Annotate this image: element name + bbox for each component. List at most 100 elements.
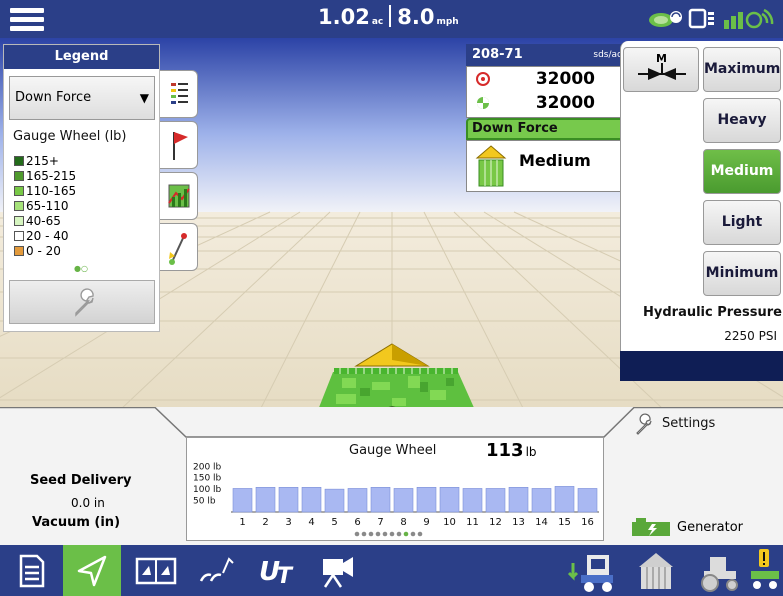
legend-layer-dropdown[interactable]: Down Force ▼ bbox=[9, 76, 155, 120]
status-icons[interactable] bbox=[646, 6, 780, 32]
guidance-icon bbox=[77, 555, 107, 587]
alarm-button[interactable] bbox=[745, 545, 783, 596]
gauge-bar-row-15[interactable] bbox=[554, 486, 575, 513]
map-layers-tab[interactable] bbox=[160, 172, 198, 220]
speed-value: 8.0 bbox=[397, 5, 435, 29]
gauge-bar-row-9[interactable] bbox=[416, 487, 437, 513]
chart-page-dot[interactable] bbox=[368, 531, 374, 537]
legend-swatch bbox=[14, 216, 24, 226]
legend-panel: Legend Down Force ▼ Gauge Wheel (lb) 215… bbox=[3, 44, 160, 332]
legend-tab[interactable] bbox=[160, 70, 198, 118]
chart-page-dot[interactable] bbox=[389, 531, 395, 537]
level-minimum-button[interactable]: Minimum bbox=[703, 251, 781, 296]
gauge-bar-row-13[interactable] bbox=[508, 487, 529, 513]
tractor-icon bbox=[701, 557, 738, 592]
gauge-bar-row-14[interactable] bbox=[531, 488, 552, 513]
chart-page-dot[interactable] bbox=[382, 531, 388, 537]
manual-mode-button[interactable]: M bbox=[623, 47, 699, 92]
gauge-bar-row-10[interactable] bbox=[439, 487, 460, 513]
level-maximum-button[interactable]: Maximum bbox=[703, 47, 781, 92]
x-tick-label: 6 bbox=[354, 517, 360, 528]
tractor-button[interactable] bbox=[690, 545, 748, 596]
legend-list-icon bbox=[171, 83, 188, 104]
legend-settings-button[interactable] bbox=[9, 280, 155, 324]
chart-page-dot[interactable] bbox=[361, 531, 367, 537]
x-tick-label: 11 bbox=[466, 517, 479, 528]
legend-swatch bbox=[14, 246, 24, 256]
planting-button[interactable] bbox=[189, 545, 247, 596]
chart-page-dot[interactable] bbox=[375, 531, 381, 537]
menu-icon[interactable] bbox=[10, 5, 44, 33]
manual-mode-label: M bbox=[656, 52, 667, 65]
guidance-line-tab[interactable] bbox=[160, 223, 198, 271]
x-tick-label: 13 bbox=[512, 517, 525, 528]
legend-item-label: 20 - 40 bbox=[26, 229, 69, 243]
speed-unit: mph bbox=[436, 17, 459, 27]
chart-page-dot[interactable] bbox=[410, 531, 416, 537]
wrench-icon bbox=[75, 288, 94, 317]
gauge-bar-row-1[interactable] bbox=[232, 488, 253, 513]
chart-page-dot[interactable] bbox=[396, 531, 402, 537]
guidance-button[interactable] bbox=[63, 545, 121, 596]
chart-title: Gauge Wheel bbox=[349, 443, 437, 458]
down-force-value: Medium bbox=[519, 151, 591, 170]
legend-item-label: 215+ bbox=[26, 154, 59, 168]
wrench-icon bbox=[636, 413, 652, 435]
x-tick-label: 3 bbox=[285, 517, 291, 528]
seed-rate-panel[interactable]: 208-71 sds/ac 32000 32000 Down Force Med… bbox=[466, 44, 626, 194]
bin-button[interactable] bbox=[627, 545, 685, 596]
gauge-bar-row-16[interactable] bbox=[577, 488, 598, 513]
area-value: 1.02 bbox=[318, 5, 370, 29]
gauge-bar-row-4[interactable] bbox=[301, 487, 322, 513]
chart-page-dot[interactable] bbox=[354, 531, 360, 537]
level-light-button[interactable]: Light bbox=[703, 200, 781, 245]
legend-item-label: 110-165 bbox=[26, 184, 77, 198]
split-screen-button[interactable] bbox=[127, 545, 185, 596]
x-tick-label: 12 bbox=[489, 517, 502, 528]
x-tick-label: 4 bbox=[308, 517, 314, 528]
planting-icon bbox=[199, 557, 234, 582]
down-force-icon bbox=[475, 145, 507, 187]
svg-text:T: T bbox=[277, 564, 294, 589]
legend-item: 110-165 bbox=[14, 184, 76, 199]
universal-terminal-button[interactable]: U T bbox=[249, 545, 307, 596]
ut-icon: U T bbox=[259, 557, 294, 589]
legend-swatch bbox=[14, 231, 24, 241]
settings-button[interactable]: Settings bbox=[632, 412, 752, 438]
split-screen-icon bbox=[135, 557, 177, 585]
gauge-bar-row-12[interactable] bbox=[485, 488, 506, 513]
summary-button[interactable] bbox=[3, 545, 61, 596]
legend-page-dots[interactable]: ●○ bbox=[74, 264, 88, 273]
chart-page-dot[interactable] bbox=[417, 531, 423, 537]
x-tick-label: 8 bbox=[400, 517, 406, 528]
gauge-bar-row-5[interactable] bbox=[324, 488, 345, 513]
legend-item: 0 - 20 bbox=[14, 244, 76, 259]
planter-icon bbox=[567, 555, 613, 592]
display-icon bbox=[688, 8, 714, 29]
gauge-wheel-chart[interactable]: 200 lb 150 lb 100 lb 50 lb 1 2 3 4 5 6 7 8 9 10 11 12 13… bbox=[186, 437, 604, 541]
summary-icon bbox=[19, 554, 45, 588]
level-heavy-button[interactable]: Heavy bbox=[703, 98, 781, 143]
generator-status[interactable]: Generator bbox=[630, 516, 780, 540]
target-icon bbox=[476, 72, 490, 86]
settings-label: Settings bbox=[662, 416, 716, 431]
gauge-bar-row-8[interactable] bbox=[393, 488, 414, 513]
guidance-line-icon bbox=[169, 233, 187, 265]
gauge-current-value: 113 lb bbox=[486, 440, 537, 461]
gauge-bar-row-7[interactable] bbox=[370, 487, 391, 513]
x-tick-label: 9 bbox=[423, 517, 429, 528]
planter-device-button[interactable] bbox=[565, 545, 623, 596]
camera-button[interactable] bbox=[309, 545, 367, 596]
y-tick-label: 150 lb bbox=[193, 474, 222, 484]
bin-icon bbox=[639, 553, 673, 589]
x-tick-label: 15 bbox=[558, 517, 571, 528]
legend-item-label: 40-65 bbox=[26, 214, 61, 228]
gauge-bar-row-6[interactable] bbox=[347, 488, 368, 513]
flag-tab[interactable] bbox=[160, 121, 198, 169]
x-tick-label: 16 bbox=[581, 517, 594, 528]
gauge-bar-row-11[interactable] bbox=[462, 488, 483, 513]
level-medium-button[interactable]: Medium bbox=[703, 149, 781, 194]
chart-page-dot[interactable] bbox=[403, 531, 409, 537]
gauge-bar-row-3[interactable] bbox=[278, 487, 299, 513]
gauge-bar-row-2[interactable] bbox=[255, 487, 276, 513]
